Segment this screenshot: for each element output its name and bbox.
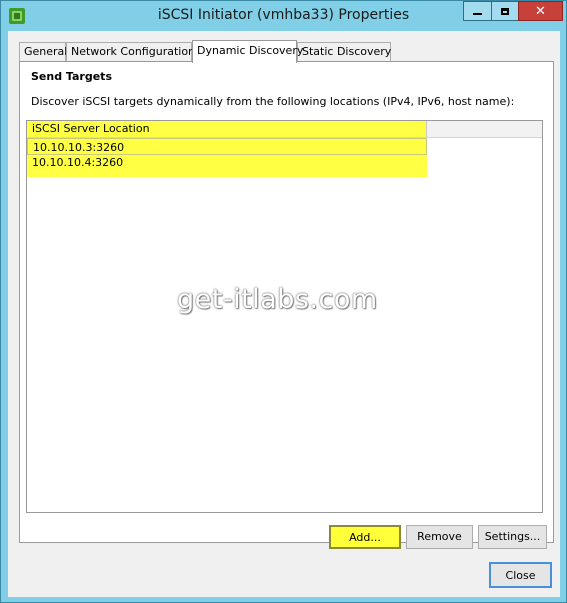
maximize-button[interactable]	[491, 1, 519, 21]
minimize-icon	[473, 13, 482, 15]
add-button[interactable]: Add...	[329, 525, 401, 549]
send-targets-list[interactable]: iSCSI Server Location 10.10.10.3:3260 10…	[26, 120, 543, 513]
tab-dynamic-discovery[interactable]: Dynamic Discovery	[192, 40, 303, 63]
column-header-server-location[interactable]: iSCSI Server Location	[27, 121, 427, 137]
dynamic-discovery-panel: Send Targets Discover iSCSI targets dyna…	[19, 61, 554, 549]
tab-static-discovery[interactable]: Static Discovery	[297, 42, 391, 61]
remove-button[interactable]: Remove	[406, 525, 473, 549]
tab-network-configuration[interactable]: Network Configuration	[66, 42, 195, 61]
close-button[interactable]: Close	[489, 562, 552, 588]
section-title: Send Targets	[31, 70, 112, 83]
list-header: iSCSI Server Location	[27, 121, 542, 138]
close-window-button[interactable]: ✕	[518, 1, 563, 21]
watermark-text: get-itlabs.com	[177, 284, 378, 315]
dialog-client-area: General Network Configuration Dynamic Di…	[8, 31, 560, 597]
maximize-icon	[501, 7, 509, 15]
discovery-description: Discover iSCSI targets dynamically from …	[31, 95, 515, 108]
list-item[interactable]: 10.10.10.3:3260	[27, 138, 427, 155]
settings-button[interactable]: Settings...	[478, 525, 547, 549]
minimize-button[interactable]	[463, 1, 492, 21]
close-icon: ✕	[535, 3, 546, 19]
title-bar[interactable]: iSCSI Initiator (vmhba33) Properties ✕	[1, 1, 566, 31]
tab-general[interactable]: General	[19, 42, 67, 61]
list-item[interactable]: 10.10.10.4:3260	[27, 155, 427, 177]
properties-window: iSCSI Initiator (vmhba33) Properties ✕ G…	[0, 0, 567, 603]
